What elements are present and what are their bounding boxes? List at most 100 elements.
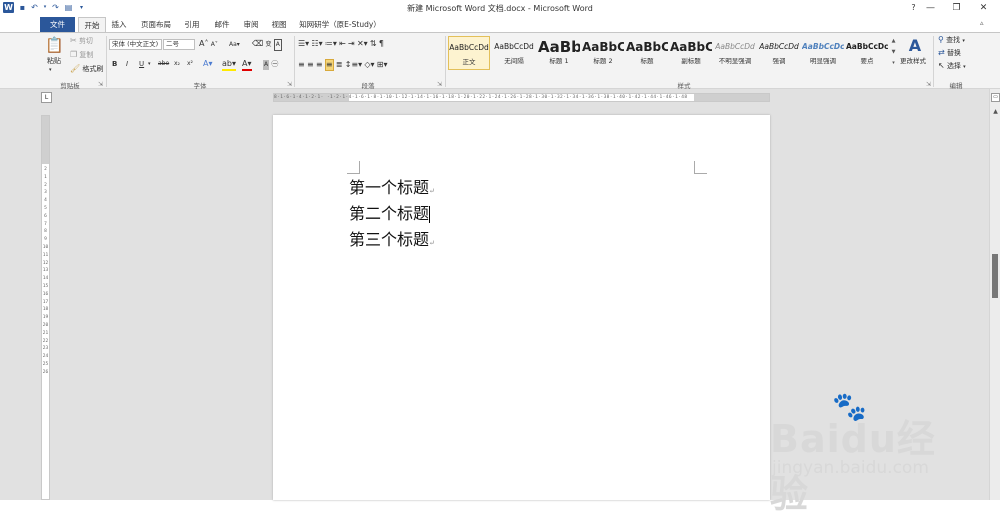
vruler-tick: 24: [42, 354, 49, 360]
paragraph[interactable]: 第一个标题↵: [349, 177, 435, 202]
align-left-icon[interactable]: ≡: [298, 60, 305, 70]
styles-gallery-scroll[interactable]: ▲ ▼ ▾: [890, 36, 897, 70]
line-spacing-icon[interactable]: ↕≡▾: [345, 60, 362, 70]
show-marks-icon[interactable]: ¶: [379, 39, 384, 49]
cut-button[interactable]: 剪切: [79, 37, 93, 45]
style-strong[interactable]: AaBbCcDc 要点: [846, 36, 888, 70]
numbering-icon[interactable]: ☷▾: [311, 39, 322, 49]
collapse-ribbon-icon[interactable]: ▵: [980, 19, 984, 27]
style-no-spacing[interactable]: AaBbCcDd 无间隔: [493, 36, 535, 70]
highlight-icon[interactable]: ab▾: [222, 59, 236, 71]
strikethrough-button[interactable]: abe: [158, 59, 169, 69]
vruler-tick: 13: [42, 268, 49, 274]
scroll-up-icon[interactable]: ▲: [991, 107, 1000, 116]
underline-dropdown-icon[interactable]: ▾: [148, 59, 151, 69]
style-normal[interactable]: AaBbCcDd 正文: [448, 36, 490, 70]
bullets-icon[interactable]: ☰▾: [298, 39, 309, 49]
justify-icon[interactable]: ≡: [324, 59, 334, 71]
superscript-button[interactable]: x²: [187, 59, 193, 69]
decrease-indent-icon[interactable]: ⇤: [339, 39, 346, 49]
restore-button[interactable]: ❐: [943, 0, 970, 16]
paragraph-launcher-icon[interactable]: ⇲: [437, 81, 442, 88]
style-preview: AaBbCcDd: [759, 42, 799, 51]
enclose-char-icon[interactable]: ㊀: [271, 59, 278, 69]
clear-format-icon[interactable]: ⌫: [252, 39, 263, 49]
shading-icon[interactable]: ◇▾: [364, 60, 374, 70]
style-name: 强调: [772, 57, 786, 65]
style-heading-2[interactable]: AaBbC 标题 2: [582, 36, 624, 70]
font-launcher-icon[interactable]: ⇲: [287, 81, 292, 88]
style-subtitle[interactable]: AaBbC 副标题: [670, 36, 712, 70]
tab-file[interactable]: 文件: [40, 17, 75, 32]
group-divider: [294, 36, 295, 87]
replace-icon: ⇄: [938, 48, 945, 57]
style-title[interactable]: AaBbC 标题: [626, 36, 668, 70]
font-name-combo[interactable]: 宋体 (中文正文): [109, 39, 162, 50]
vruler-tick: 6: [44, 213, 47, 219]
paragraph[interactable]: 第三个标题↵: [349, 229, 435, 254]
styles-launcher-icon[interactable]: ⇲: [926, 81, 931, 88]
change-case-icon[interactable]: Aa▾: [229, 40, 240, 50]
text-effects-icon[interactable]: A▾: [203, 59, 213, 69]
borders-icon[interactable]: ⊞▾: [377, 60, 388, 70]
document-page[interactable]: 第一个标题↵ 第二个标题 第三个标题↵: [273, 115, 770, 500]
italic-button[interactable]: I: [126, 59, 128, 69]
tab-references[interactable]: 引用: [180, 17, 204, 32]
replace-button[interactable]: 替换: [947, 49, 961, 57]
ruler-toggle-button[interactable]: ▭: [991, 93, 1000, 102]
style-intense-emphasis[interactable]: AaBbCcDc 明显强调: [802, 36, 844, 70]
vruler-tick: 3: [44, 190, 47, 196]
find-button[interactable]: 查找: [946, 36, 960, 44]
tab-home[interactable]: 开始: [78, 17, 106, 32]
align-right-icon[interactable]: ≡: [316, 60, 323, 70]
align-center-icon[interactable]: ≡: [307, 60, 314, 70]
increase-indent-icon[interactable]: ⇥: [348, 39, 355, 49]
tab-insert[interactable]: 插入: [108, 17, 130, 32]
clipboard-launcher-icon[interactable]: ⇲: [98, 81, 103, 88]
change-styles-icon[interactable]: A: [903, 36, 927, 56]
tab-mailings[interactable]: 邮件: [210, 17, 234, 32]
scroll-thumb[interactable]: [992, 254, 998, 298]
style-heading-1[interactable]: AaBb 标题 1: [538, 36, 580, 70]
chinese-layout-icon[interactable]: ✕▾: [357, 39, 368, 49]
char-shading-icon[interactable]: A: [263, 60, 270, 70]
minimize-button[interactable]: —: [917, 0, 944, 16]
phonetic-guide-icon[interactable]: 变: [266, 40, 272, 50]
tab-page-layout[interactable]: 页面布局: [138, 17, 174, 32]
shrink-font-icon[interactable]: A˅: [211, 40, 218, 50]
vertical-scrollbar[interactable]: ▭ ▲: [989, 89, 1000, 500]
close-button[interactable]: ✕: [970, 0, 997, 16]
tab-review[interactable]: 审阅: [240, 17, 262, 32]
subscript-button[interactable]: x₂: [174, 59, 180, 69]
style-emphasis[interactable]: AaBbCcDd 强调: [758, 36, 800, 70]
select-button[interactable]: 选择: [947, 62, 961, 70]
distributed-icon[interactable]: ≣: [336, 60, 343, 70]
group-divider: [445, 36, 446, 87]
tab-view[interactable]: 视图: [268, 17, 290, 32]
horizontal-ruler[interactable]: 8·1·6·1·4·1·2·1· ·1·2·1·4·1·6·1·8·1·10·1…: [273, 93, 770, 102]
crop-mark: [694, 161, 707, 174]
font-color-icon[interactable]: A▾: [242, 59, 252, 71]
change-styles-button[interactable]: 更改样式: [900, 56, 926, 66]
char-border-icon[interactable]: A: [273, 39, 282, 51]
sort-icon[interactable]: ⇅: [370, 39, 377, 49]
multilevel-list-icon[interactable]: ≔▾: [325, 39, 337, 49]
font-size-combo[interactable]: 二号: [163, 39, 195, 50]
vruler-tick: 20: [42, 322, 49, 328]
copy-button[interactable]: 复制: [79, 51, 93, 59]
window-title: 新建 Microsoft Word 文档.docx - Microsoft Wo…: [407, 4, 593, 13]
group-divider: [933, 36, 934, 87]
format-painter-button[interactable]: 格式刷: [82, 65, 103, 73]
paste-icon[interactable]: 📋: [45, 36, 64, 54]
bold-button[interactable]: B: [112, 59, 117, 69]
paste-dropdown-icon[interactable]: ▾: [49, 65, 52, 75]
grow-font-icon[interactable]: A˄: [199, 39, 208, 49]
style-preview: AaBbCcDc: [802, 42, 844, 51]
vruler-tick: 21: [42, 330, 49, 336]
underline-button[interactable]: U: [139, 59, 144, 69]
style-subtle-emphasis[interactable]: AaBbCcDd 不明显强调: [714, 36, 756, 70]
tab-cnki-estudy[interactable]: 知网研学（原E-Study）: [298, 17, 382, 32]
tab-selector-icon[interactable]: L: [41, 92, 52, 103]
paragraph[interactable]: 第二个标题: [349, 203, 431, 225]
vertical-ruler[interactable]: 2 1 2 3 4 5 6 7 8 9 10 11 12 13 14 15 16 17 18 19 20 21 22 23 24…: [41, 115, 50, 500]
